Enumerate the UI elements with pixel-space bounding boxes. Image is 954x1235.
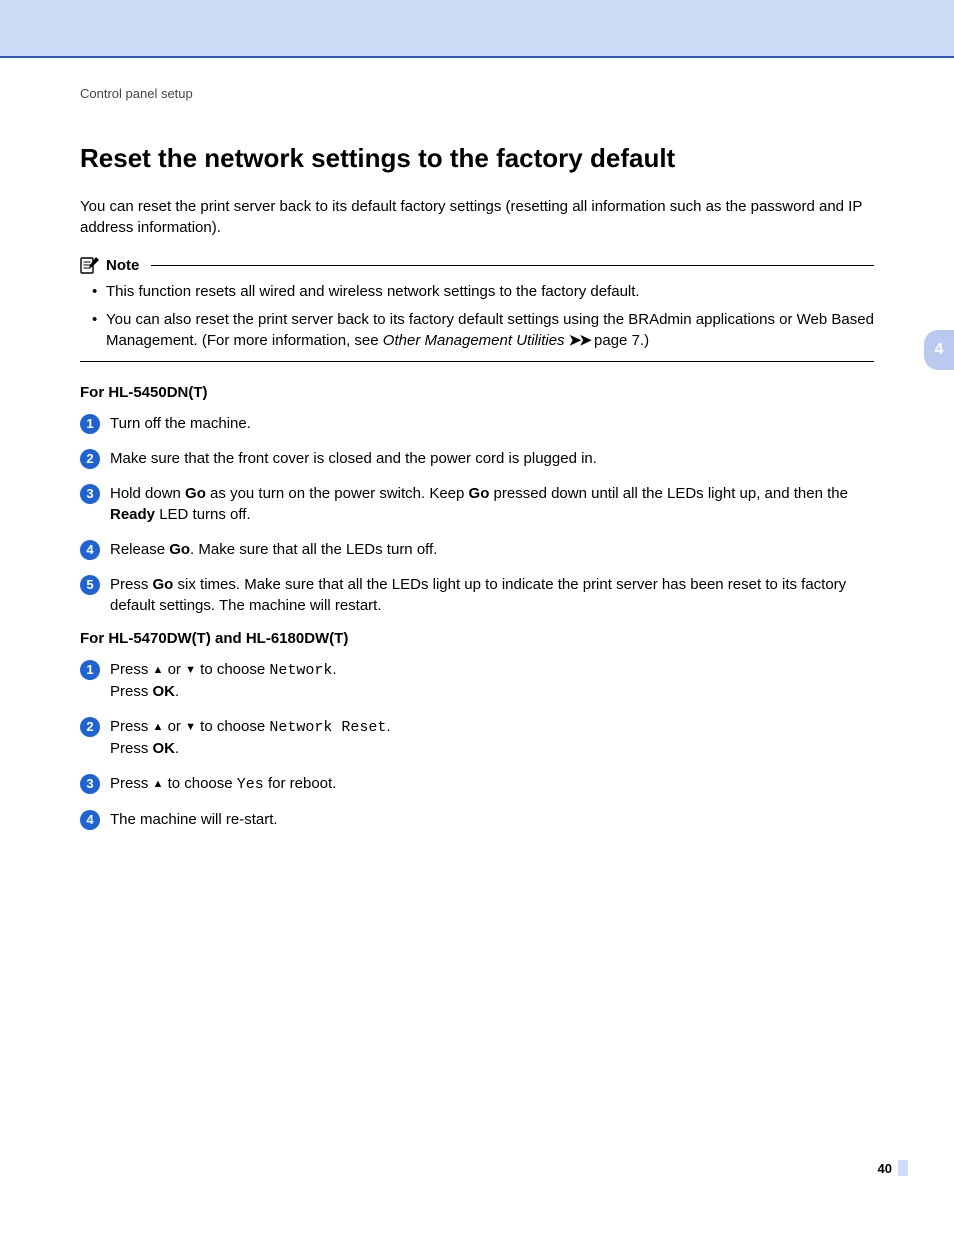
note-rule-bottom (80, 361, 874, 362)
note-rule-top (151, 265, 874, 266)
page-footer: 40 (878, 1160, 908, 1176)
chapter-tab: 4 (924, 330, 954, 370)
up-arrow-icon: ▲ (153, 665, 164, 676)
footer-bar-icon (898, 1160, 908, 1176)
step-a1: 1 Turn off the machine. (80, 413, 874, 434)
step-b2: 2 Press ▲ or ▼ to choose Network Reset. … (80, 716, 874, 759)
up-arrow-icon: ▲ (153, 779, 164, 790)
step-a5: 5 Press Go six times. Make sure that all… (80, 574, 874, 616)
step-b3: 3 Press ▲ to choose Yes for reboot. (80, 773, 874, 795)
section-b-steps: 1 Press ▲ or ▼ to choose Network. Press … (80, 659, 874, 830)
xref-arrows-icon: ➤➤ (569, 332, 590, 349)
step-number-icon: 5 (80, 575, 100, 595)
up-arrow-icon: ▲ (153, 722, 164, 733)
note-icon (80, 256, 100, 274)
note-item-1: This function resets all wired and wirel… (92, 282, 874, 302)
step-b4: 4 The machine will re-start. (80, 809, 874, 830)
header-bar (0, 0, 954, 56)
step-a2: 2 Make sure that the front cover is clos… (80, 448, 874, 469)
section-a-head: For HL-5450DN(T) (80, 384, 874, 401)
note-item-2: You can also reset the print server back… (92, 310, 874, 351)
step-number-icon: 2 (80, 449, 100, 469)
section-a-steps: 1 Turn off the machine. 2 Make sure that… (80, 413, 874, 616)
step-number-icon: 4 (80, 540, 100, 560)
down-arrow-icon: ▼ (185, 665, 196, 676)
step-number-icon: 2 (80, 717, 100, 737)
step-number-icon: 1 (80, 414, 100, 434)
step-a3: 3 Hold down Go as you turn on the power … (80, 483, 874, 525)
step-number-icon: 3 (80, 484, 100, 504)
step-number-icon: 3 (80, 774, 100, 794)
step-b1: 1 Press ▲ or ▼ to choose Network. Press … (80, 659, 874, 702)
step-a4: 4 Release Go. Make sure that all the LED… (80, 539, 874, 560)
breadcrumb: Control panel setup (80, 86, 874, 101)
step-number-icon: 1 (80, 660, 100, 680)
step-number-icon: 4 (80, 810, 100, 830)
section-b-head: For HL-5470DW(T) and HL-6180DW(T) (80, 630, 874, 647)
note-label: Note (106, 257, 139, 274)
page-number: 40 (878, 1161, 892, 1176)
note-block: Note This function resets all wired and … (80, 256, 874, 351)
intro-text: You can reset the print server back to i… (80, 196, 874, 238)
page-title: Reset the network settings to the factor… (80, 143, 874, 174)
down-arrow-icon: ▼ (185, 722, 196, 733)
page-body: Control panel setup Reset the network se… (0, 58, 954, 830)
